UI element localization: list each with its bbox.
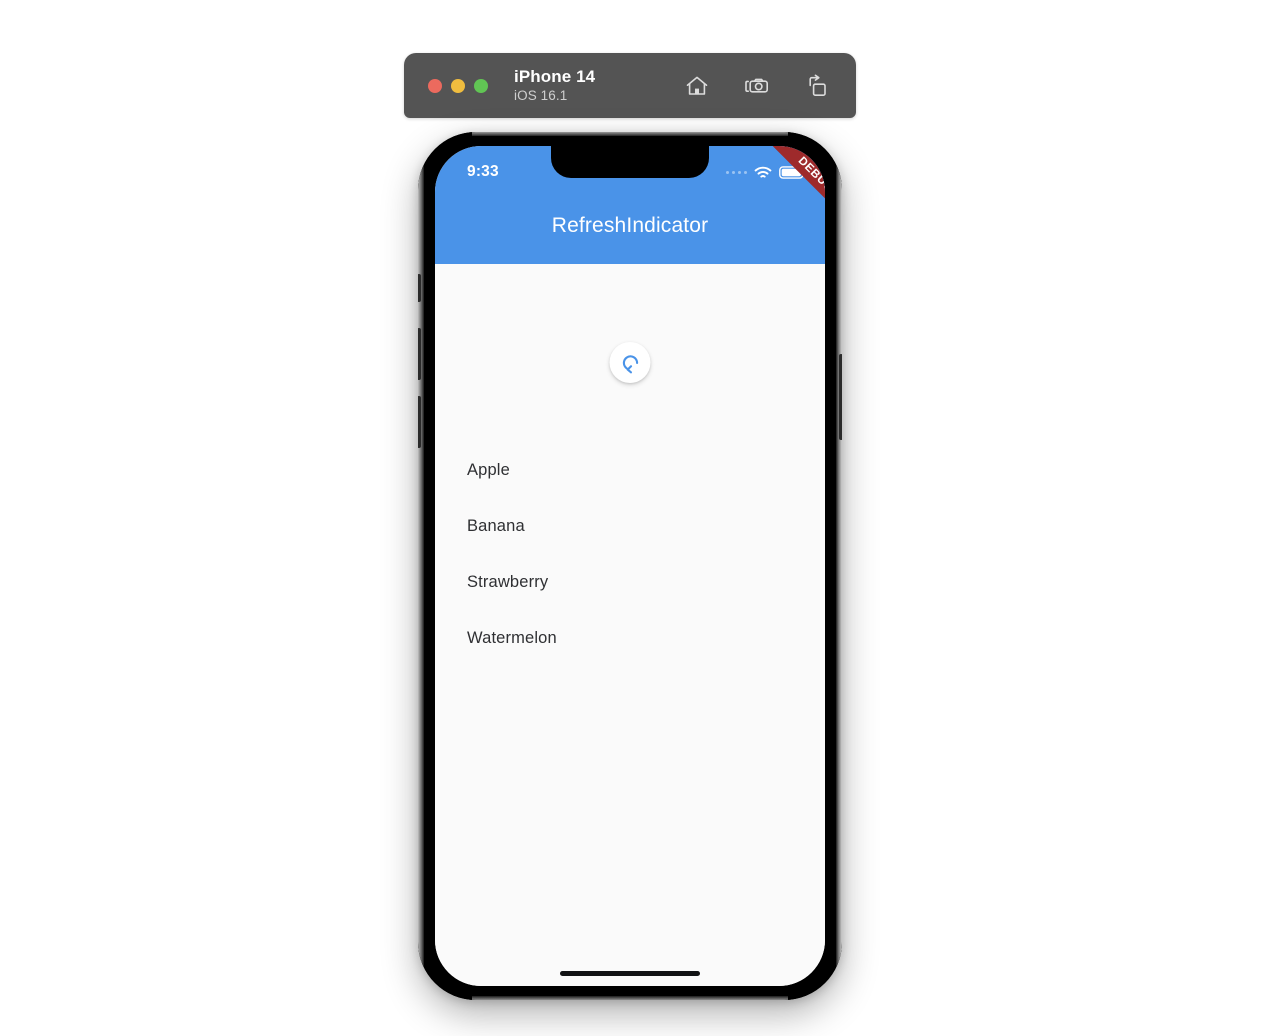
display-notch	[551, 146, 709, 178]
simulator-titlebar: iPhone 14 iOS 16.1	[404, 53, 856, 118]
os-version-label: iOS 16.1	[514, 88, 568, 104]
iphone-device-frame: 9:33 RefreshIndicator DEBUG Apple Banana…	[418, 132, 842, 1000]
home-icon[interactable]	[684, 73, 710, 99]
device-screen: 9:33 RefreshIndicator DEBUG Apple Banana…	[435, 146, 825, 986]
wifi-icon	[754, 166, 772, 179]
list-item-label: Banana	[467, 516, 525, 535]
window-controls	[428, 78, 488, 93]
frame-rim-right	[836, 166, 842, 966]
volume-down-button[interactable]	[418, 396, 421, 448]
list-item[interactable]: Apple	[435, 442, 825, 498]
screenshot-root: iPhone 14 iOS 16.1 9:33 RefreshIndicator…	[0, 0, 1280, 1036]
device-name-label: iPhone 14	[514, 67, 596, 87]
refresh-circular-arrow-icon	[619, 352, 641, 374]
close-button[interactable]	[428, 78, 442, 93]
rotate-icon[interactable]	[804, 73, 830, 99]
list-item[interactable]: Watermelon	[435, 610, 825, 666]
minimize-button[interactable]	[451, 78, 465, 93]
list-item[interactable]: Banana	[435, 498, 825, 554]
frame-rim-top	[472, 132, 788, 136]
battery-icon	[779, 166, 807, 179]
zoom-button[interactable]	[474, 78, 488, 93]
simulator-toolbar	[684, 73, 830, 99]
simulator-device-info: iPhone 14 iOS 16.1	[514, 67, 595, 103]
list-item-label: Strawberry	[467, 572, 549, 591]
page-title: RefreshIndicator	[551, 214, 709, 237]
frame-rim-bottom	[472, 996, 788, 1000]
fruit-list[interactable]: Apple Banana Strawberry Watermelon	[435, 442, 825, 666]
mute-switch[interactable]	[418, 274, 421, 302]
list-item-label: Watermelon	[467, 628, 557, 647]
refresh-indicator	[609, 342, 651, 383]
volume-up-button[interactable]	[418, 328, 421, 380]
list-item-label: Apple	[467, 460, 510, 479]
status-bar-indicators	[725, 166, 807, 179]
app-body: Apple Banana Strawberry Watermelon	[435, 264, 825, 986]
cellular-signal-icon	[725, 170, 747, 175]
home-indicator[interactable]	[560, 971, 700, 976]
screenshot-camera-icon[interactable]	[744, 73, 770, 99]
list-item[interactable]: Strawberry	[435, 554, 825, 610]
status-bar-clock: 9:33	[467, 163, 499, 180]
power-button[interactable]	[839, 354, 842, 440]
